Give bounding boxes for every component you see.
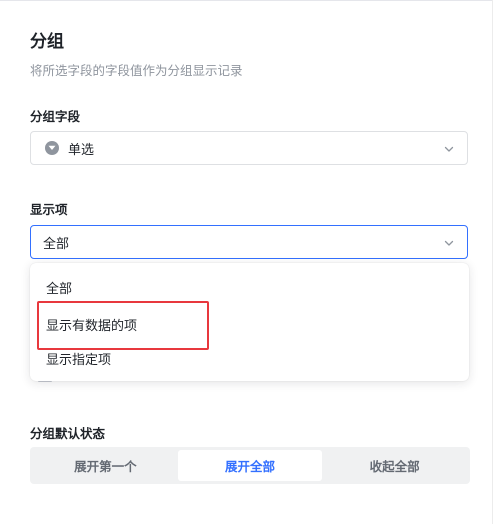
display-items-select[interactable]: 全部	[30, 225, 468, 259]
chevron-down-icon	[444, 146, 454, 152]
display-items-value: 全部	[43, 236, 70, 252]
dropdown-option-specified-items[interactable]: 显示指定项	[46, 349, 111, 368]
highlight-annotation-box	[37, 301, 209, 350]
top-divider	[0, 0, 493, 1]
default-state-segmented-control: 展开第一个 展开全部 收起全部	[30, 447, 470, 484]
group-field-label: 分组字段	[30, 109, 81, 124]
chevron-down-icon	[444, 240, 454, 246]
panel-description: 将所选字段的字段值作为分组显示记录	[30, 63, 243, 78]
segment-expand-first[interactable]: 展开第一个	[33, 450, 178, 481]
group-field-select[interactable]: 单选	[30, 131, 468, 165]
segment-collapse-all[interactable]: 收起全部	[322, 450, 467, 481]
group-field-value: 单选	[68, 142, 95, 158]
panel-title: 分组	[30, 32, 64, 52]
segment-expand-all[interactable]: 展开全部	[177, 450, 323, 481]
display-items-label: 显示项	[30, 202, 68, 217]
default-state-label: 分组默认状态	[30, 426, 106, 441]
dropdown-option-all[interactable]: 全部	[46, 278, 72, 297]
single-select-field-icon	[45, 141, 59, 155]
